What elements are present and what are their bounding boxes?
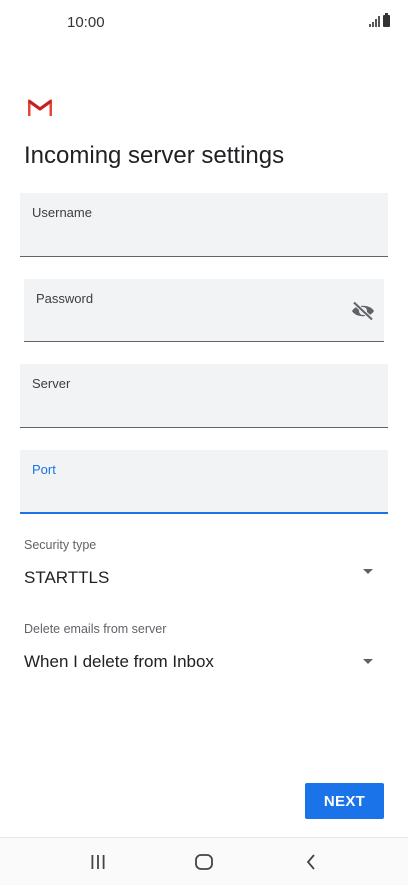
back-button[interactable] [281,838,341,885]
server-field[interactable]: Server [20,364,388,428]
next-button[interactable]: NEXT [305,783,384,819]
delete-emails-label: Delete emails from server [24,622,167,636]
username-field[interactable]: Username [20,193,388,257]
delete-emails-value[interactable]: When I delete from Inbox [24,652,214,672]
security-type-value[interactable]: STARTTLS [24,568,109,588]
chevron-down-icon[interactable] [363,659,373,664]
home-icon [195,853,213,870]
server-label: Server [32,376,71,391]
status-icons [369,13,390,27]
gmail-logo [28,99,52,116]
password-label: Password [36,291,94,306]
recent-apps-icon [91,854,105,869]
back-icon [306,853,315,870]
signal-icon [369,15,380,27]
eye-off-icon[interactable] [351,301,375,321]
status-time: 10:00 [67,14,105,31]
status-bar: 10:00 [0,0,408,46]
chevron-down-icon[interactable] [363,569,373,574]
port-field[interactable]: Port [20,450,388,514]
security-type-label: Security type [24,538,97,552]
username-label: Username [32,205,92,220]
home-button[interactable] [174,838,234,885]
recent-apps-button[interactable] [68,838,128,885]
page-title: Incoming server settings [24,142,285,169]
battery-icon [383,13,390,27]
password-field[interactable]: Password [24,279,384,342]
port-label: Port [32,462,56,477]
navigation-bar [0,837,408,885]
